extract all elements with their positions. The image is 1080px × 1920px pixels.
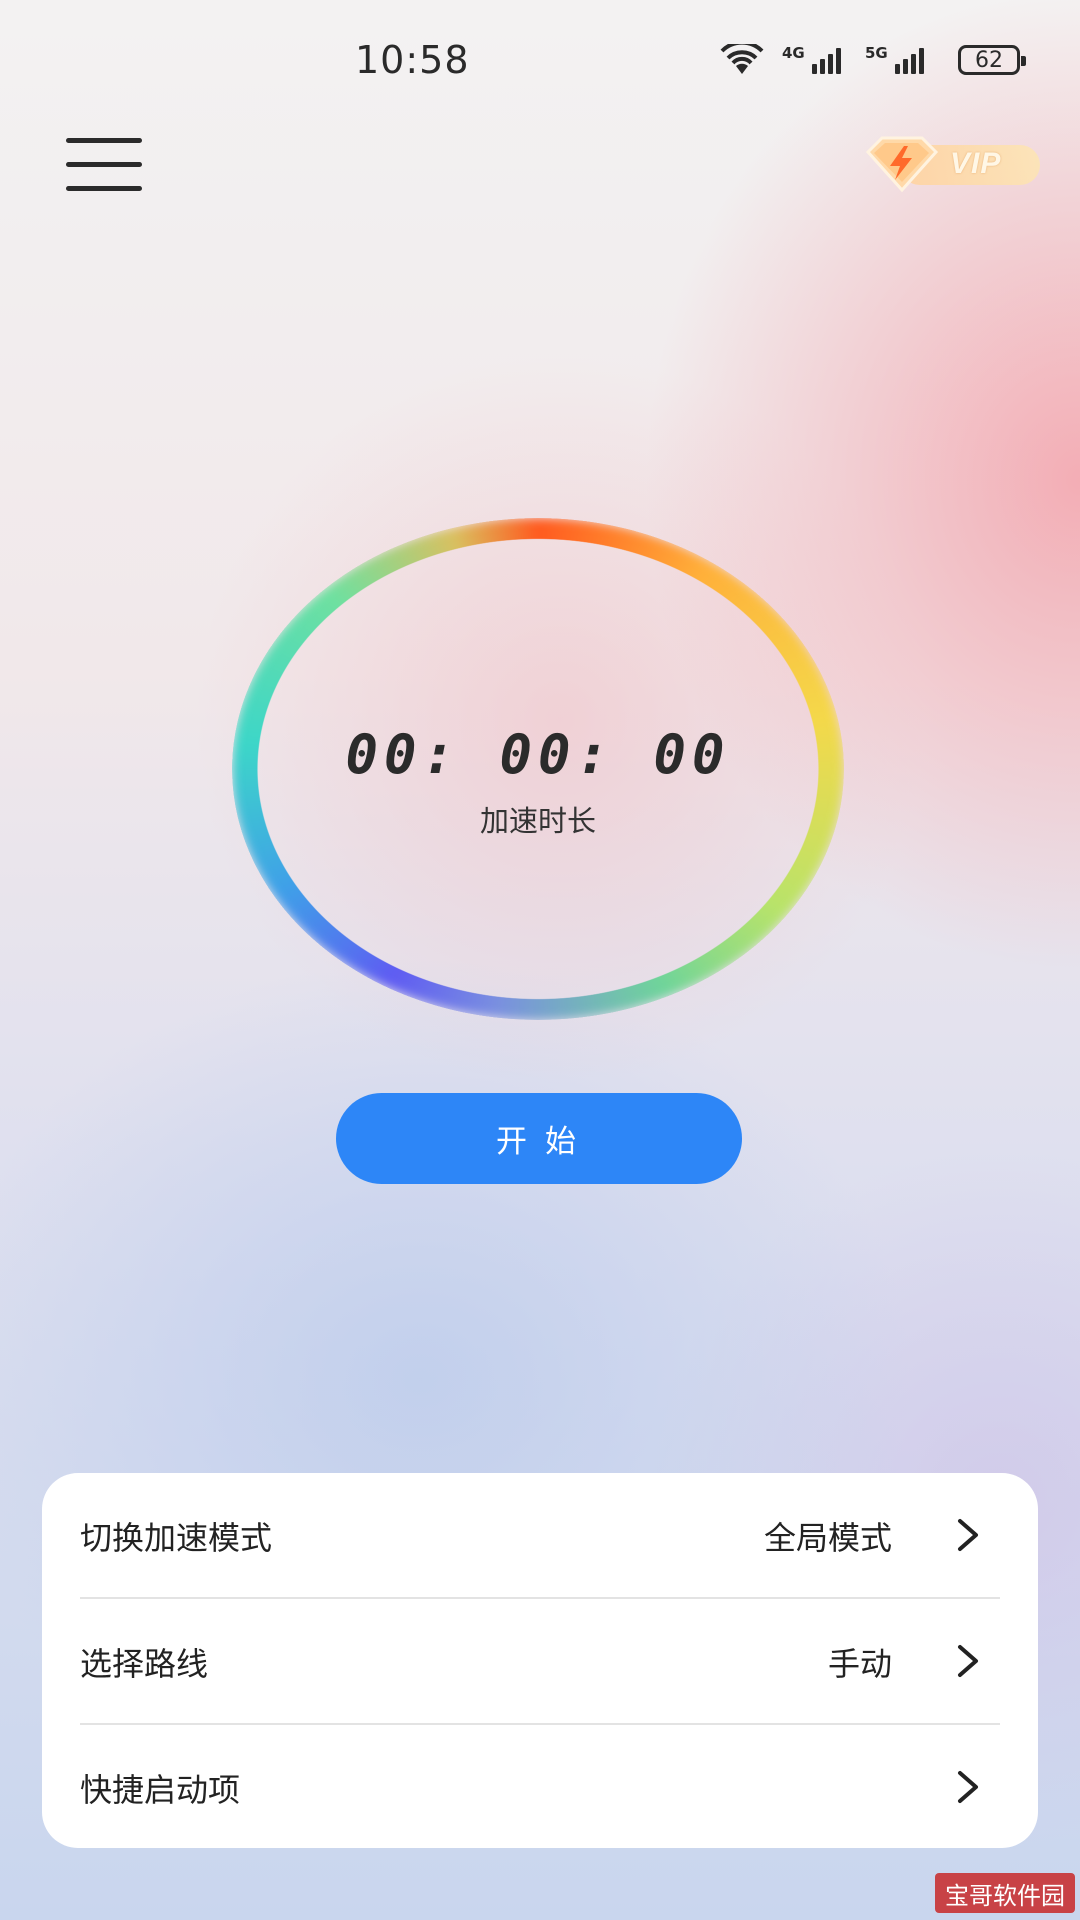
start-button[interactable]: 开始 [336, 1093, 742, 1184]
row-label: 快捷启动项 [80, 1771, 241, 1809]
signal-5g-label: 5G [865, 44, 888, 62]
timer-label: 加速时长 [479, 804, 596, 838]
hamburger-line [66, 186, 142, 191]
status-time: 10:58 [355, 38, 470, 82]
vip-label: VIP [950, 147, 1002, 180]
chevron-right-icon [958, 1645, 978, 1677]
row-switch-mode[interactable]: 切换加速模式 全局模式 [42, 1473, 1038, 1597]
hamburger-menu-icon [66, 138, 142, 143]
lightning-diamond-icon [865, 136, 939, 193]
battery-icon: 62 [958, 45, 1026, 75]
wifi-icon [720, 44, 764, 74]
settings-card: 切换加速模式 全局模式 选择路线 手动 快捷启动项 [42, 1473, 1038, 1848]
watermark: 宝哥软件园 [935, 1873, 1075, 1913]
row-label: 选择路线 [80, 1645, 209, 1683]
row-select-route[interactable]: 选择路线 手动 [42, 1599, 1038, 1723]
row-value: 手动 [827, 1645, 892, 1683]
timer-ring: 00: 00: 00 加速时长 [232, 518, 844, 1020]
hamburger-line [66, 162, 142, 167]
chevron-right-icon [958, 1771, 978, 1803]
row-quick-launch[interactable]: 快捷启动项 [42, 1725, 1038, 1849]
row-label: 切换加速模式 [80, 1519, 273, 1557]
row-value: 全局模式 [763, 1519, 892, 1557]
menu-button[interactable] [66, 138, 142, 192]
status-bar: 10:58 4G 5G 62 [0, 0, 1080, 120]
status-icons: 4G 5G 62 [720, 44, 1026, 76]
signal-4g-icon: 4G [782, 44, 841, 74]
timer-display: 00: 00: 00 [345, 723, 731, 786]
battery-level: 62 [975, 47, 1003, 73]
signal-5g-icon: 5G [865, 44, 924, 74]
signal-4g-label: 4G [782, 44, 805, 62]
vip-button[interactable]: VIP [860, 134, 1040, 196]
chevron-right-icon [958, 1519, 978, 1551]
